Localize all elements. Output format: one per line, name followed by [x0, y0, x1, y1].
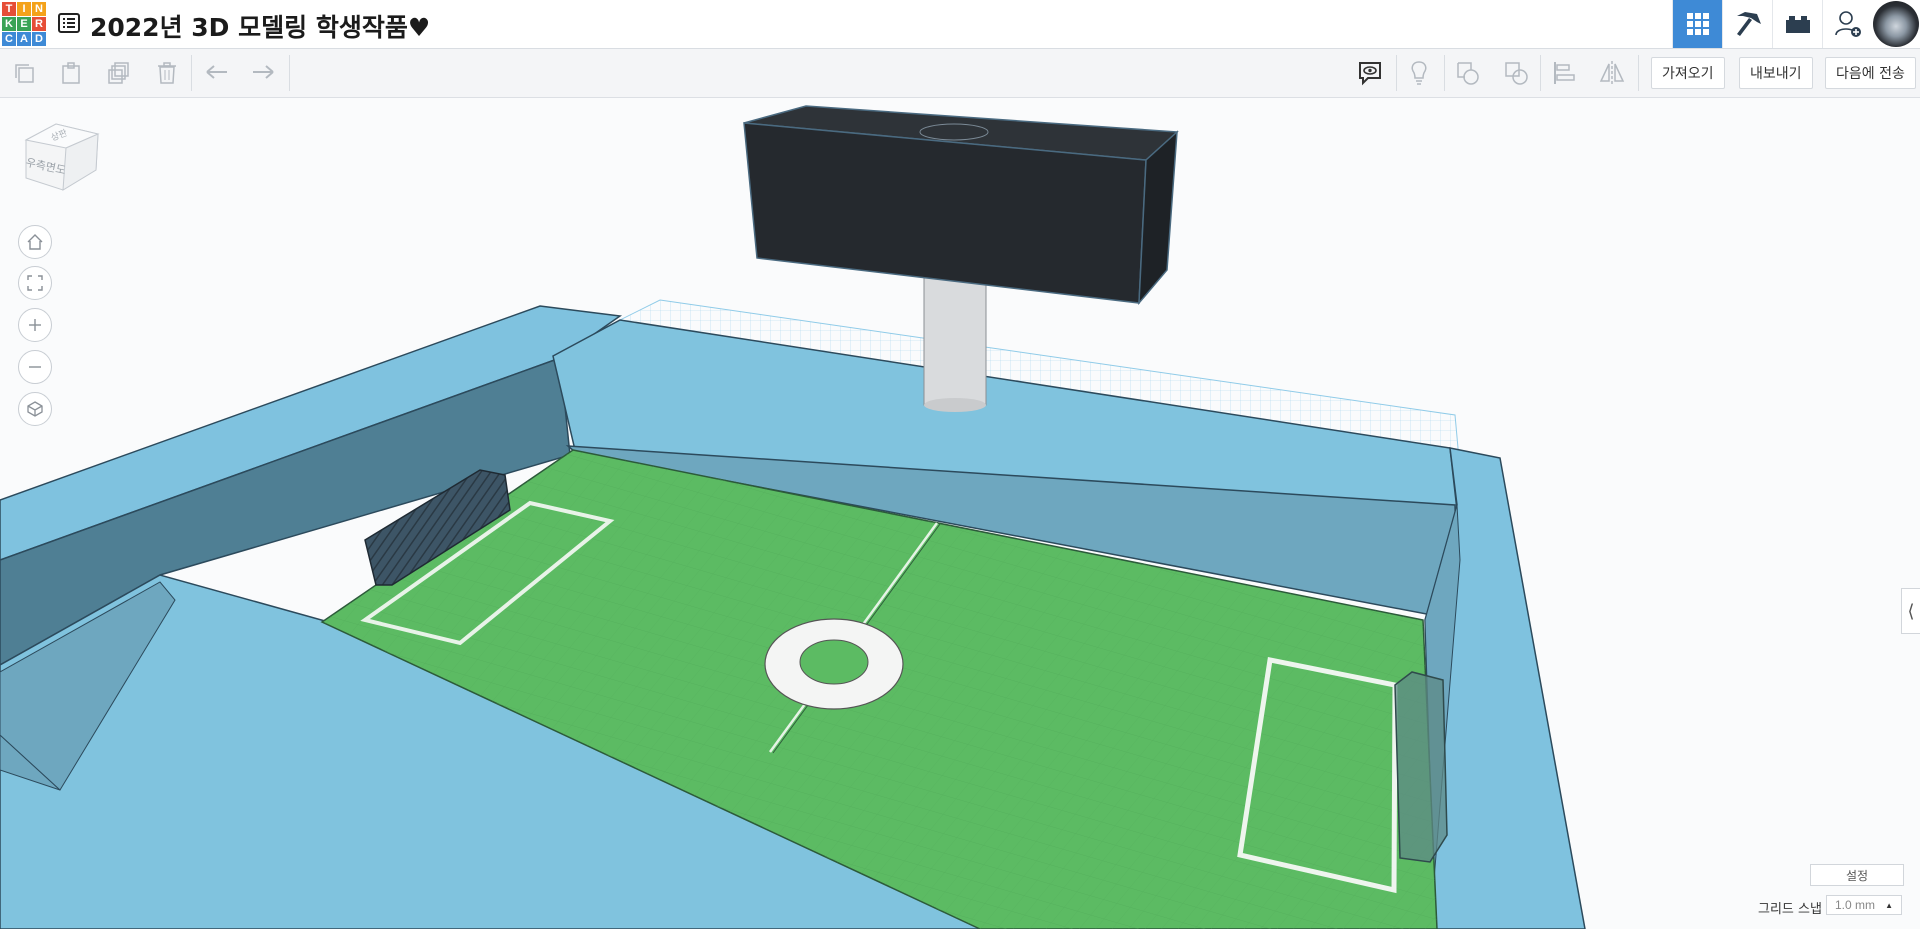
grid-view-button[interactable]	[1672, 0, 1722, 48]
cube-icon	[27, 401, 43, 417]
logo-letter: D	[32, 32, 46, 46]
plus-icon	[29, 319, 41, 331]
chevron-left-icon: ⟨	[1907, 600, 1915, 621]
scoreboard-box[interactable]	[743, 105, 1179, 306]
pickaxe-icon	[1736, 12, 1761, 36]
mirror-button[interactable]	[1596, 57, 1628, 89]
send-to-button[interactable]: 다음에 전송	[1825, 57, 1916, 89]
right-goal[interactable]	[1394, 671, 1448, 863]
toolbar-divider	[1638, 55, 1639, 91]
minus-icon	[29, 366, 41, 368]
settings-button[interactable]: 설정	[1810, 864, 1904, 886]
align-button[interactable]	[1548, 57, 1580, 89]
trash-icon	[158, 62, 176, 84]
design-title[interactable]: 2022년 3D 모델링 학생작품♥	[90, 8, 430, 44]
lightbulb-icon	[1411, 61, 1427, 85]
toolbar-divider	[1540, 55, 1541, 91]
undo-button[interactable]	[201, 57, 233, 89]
workplane-viewport[interactable]: 상판 우측면도 ⟨	[0, 98, 1920, 929]
logo-letter: I	[17, 2, 31, 16]
duplicate-icon	[108, 62, 129, 84]
invite-user-button[interactable]	[1822, 0, 1872, 48]
toolbar-divider	[191, 55, 192, 91]
3d-scene[interactable]	[0, 98, 1920, 929]
show-all-button[interactable]	[1403, 57, 1435, 89]
toolbar-divider	[1396, 55, 1397, 91]
undo-icon	[206, 65, 227, 79]
export-button[interactable]: 내보내기	[1739, 57, 1813, 89]
header-actions	[1672, 0, 1920, 48]
fit-view-button[interactable]	[18, 266, 52, 300]
redo-button[interactable]	[247, 57, 279, 89]
align-icon	[1554, 62, 1575, 84]
grid-icon	[1686, 13, 1709, 35]
logo-letter: A	[17, 32, 31, 46]
add-user-icon	[1834, 11, 1861, 37]
home-icon	[27, 234, 43, 250]
logo-letter: N	[32, 2, 46, 16]
toolbar-divider	[1444, 55, 1445, 91]
tinkercad-logo[interactable]: T I N K E R C A D	[2, 2, 46, 46]
scoreboard-pole[interactable]	[923, 269, 987, 412]
edit-toolbar: 가져오기 내보내기 다음에 전송	[0, 49, 1920, 98]
grid-snap-label: 그리드 스냅	[1758, 902, 1822, 917]
user-avatar[interactable]	[1873, 1, 1919, 47]
brick-icon	[1785, 16, 1810, 33]
group-button[interactable]	[1452, 57, 1484, 89]
center-circle[interactable]	[764, 618, 904, 710]
comment-eye-icon	[1359, 62, 1381, 86]
bricks-view-button[interactable]	[1772, 0, 1822, 48]
copy-icon	[15, 64, 34, 83]
duplicate-button[interactable]	[103, 57, 135, 89]
shapes-panel-toggle[interactable]: ⟨	[1901, 588, 1920, 634]
paste-icon	[62, 62, 80, 84]
grid-snap-select[interactable]: 1.0 mm ▲	[1826, 895, 1902, 915]
grid-snap-value: 1.0 mm	[1835, 898, 1876, 912]
design-list-icon[interactable]	[58, 12, 80, 34]
logo-letter: K	[2, 17, 16, 31]
logo-letter: E	[17, 17, 31, 31]
fit-view-icon	[27, 275, 43, 291]
import-button[interactable]: 가져오기	[1651, 57, 1725, 89]
copy-button[interactable]	[8, 57, 40, 89]
caret-up-icon: ▲	[1885, 900, 1893, 910]
perspective-button[interactable]	[18, 392, 52, 426]
top-bar: T I N K E R C A D 2022년 3D 모델링 학생작품♥	[0, 0, 1920, 49]
delete-button[interactable]	[151, 57, 183, 89]
view-cube[interactable]: 상판 우측면도	[18, 120, 104, 206]
notes-button[interactable]	[1354, 57, 1386, 89]
home-view-button[interactable]	[18, 225, 52, 259]
logo-letter: R	[32, 17, 46, 31]
ungroup-button[interactable]	[1500, 57, 1532, 89]
minecraft-view-button[interactable]	[1722, 0, 1772, 48]
logo-letter: T	[2, 2, 16, 16]
zoom-in-button[interactable]	[18, 308, 52, 342]
group-icon	[1457, 62, 1479, 85]
mirror-icon	[1599, 61, 1625, 85]
ungroup-icon	[1505, 62, 1528, 85]
logo-letter: C	[2, 32, 16, 46]
paste-button[interactable]	[55, 57, 87, 89]
redo-icon	[253, 65, 274, 79]
toolbar-divider	[289, 55, 290, 91]
zoom-out-button[interactable]	[18, 350, 52, 384]
